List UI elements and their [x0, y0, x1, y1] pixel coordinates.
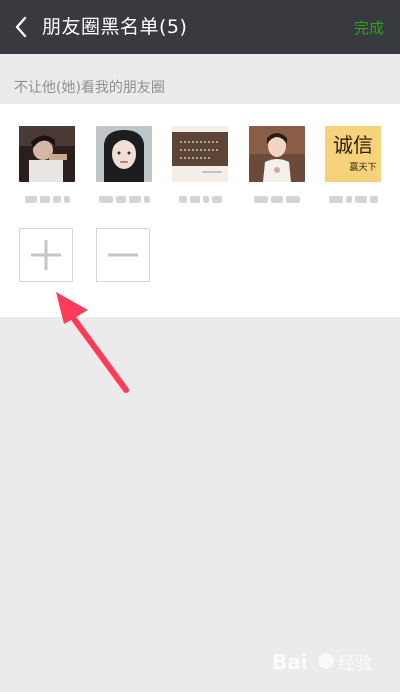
remove-member-button[interactable]	[96, 228, 150, 282]
list-item[interactable]	[96, 126, 152, 204]
top-bar: 朋友圈黑名单(5) 完成	[0, 0, 400, 54]
annotation-arrow-icon	[56, 292, 129, 393]
list-item[interactable]	[172, 126, 228, 204]
list-item[interactable]	[249, 126, 305, 204]
chevron-left-icon	[15, 16, 27, 38]
member-name-blurred	[325, 194, 381, 204]
add-member-button[interactable]	[19, 228, 73, 282]
member-name-blurred	[96, 194, 152, 204]
list-item[interactable]: 诚信 赢天下	[325, 126, 381, 204]
done-button[interactable]: 完成	[354, 17, 384, 39]
plus-icon	[31, 240, 61, 270]
avatar: 诚信 赢天下	[325, 126, 381, 182]
avatar	[19, 126, 75, 182]
watermark-logo: Bai 经验	[272, 650, 372, 674]
list-item[interactable]	[19, 126, 75, 204]
avatar	[172, 126, 228, 182]
svg-text:Bai: Bai	[272, 650, 308, 674]
back-button[interactable]	[10, 14, 32, 40]
section-label: 不让他(她)看我的朋友圈	[14, 80, 165, 96]
avatar	[96, 126, 152, 182]
avatar-calligraphy-small-text: 赢天下	[349, 161, 376, 173]
minus-icon	[108, 253, 138, 257]
avatar	[249, 126, 305, 182]
member-name-blurred	[249, 194, 305, 204]
avatar-calligraphy-text: 诚信	[333, 133, 373, 157]
member-name-blurred	[172, 194, 228, 204]
page-title: 朋友圈黑名单(5)	[42, 16, 188, 38]
svg-text:经验: 经验	[338, 654, 372, 674]
member-name-blurred	[19, 194, 75, 204]
